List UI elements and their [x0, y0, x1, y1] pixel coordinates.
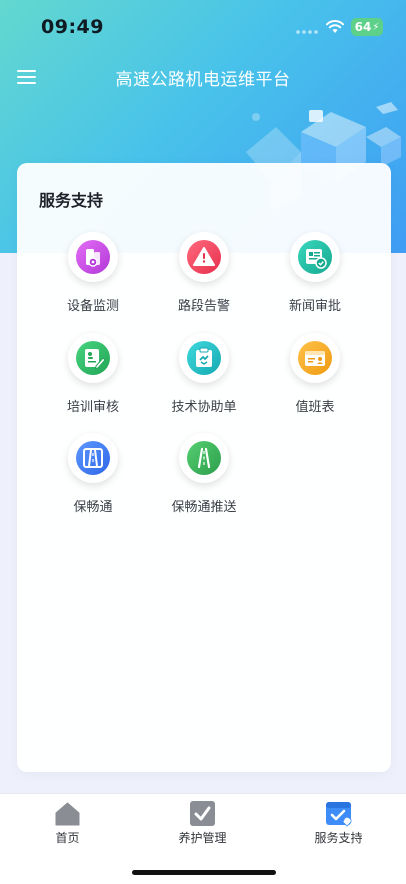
signal-icon	[296, 30, 318, 34]
service-item-road-alarm[interactable]: 路段告警	[149, 232, 259, 322]
service-item-news-approval[interactable]: 新闻审批	[260, 232, 370, 322]
home-indicator[interactable]	[132, 870, 276, 875]
home-icon	[55, 802, 80, 826]
service-item-training-review[interactable]: 培训审核	[38, 333, 148, 423]
device-monitor-icon	[76, 240, 110, 274]
service-icon-frame	[290, 232, 340, 282]
navigation-bar: 高速公路机电运维平台	[0, 55, 406, 99]
service-icon-frame	[179, 433, 229, 483]
service-item-keep-traffic[interactable]: 保畅通	[38, 433, 148, 523]
road-icon	[76, 441, 110, 475]
tab-label: 服务支持	[314, 831, 363, 845]
service-item-keep-traffic-push[interactable]: 保畅通推送	[149, 433, 259, 523]
service-label: 路段告警	[177, 299, 230, 314]
section-title: 服务支持	[39, 191, 104, 210]
service-icon-frame	[68, 333, 118, 383]
service-support-card: 服务支持 设备监测 路段告警 新闻审批 培训审核 技术协助单 值班表 保畅通 保…	[17, 163, 391, 772]
service-icon-frame	[179, 333, 229, 383]
service-icon-frame	[68, 232, 118, 282]
service-label: 培训审核	[66, 400, 119, 415]
battery-level: 64	[354, 20, 372, 34]
duty-roster-icon	[298, 341, 332, 375]
service-icon-frame	[290, 333, 340, 383]
service-icon-frame	[68, 433, 118, 483]
service-item-tech-assist[interactable]: 技术协助单	[149, 333, 259, 423]
wifi-icon	[326, 20, 344, 33]
service-label: 保畅通	[73, 500, 113, 515]
maintenance-icon	[190, 801, 215, 826]
news-approval-icon	[298, 240, 332, 274]
tab-maintenance[interactable]: 养护管理	[135, 794, 270, 854]
service-label: 设备监测	[66, 299, 119, 314]
page-title: 高速公路机电运维平台	[115, 70, 291, 90]
service-icon-frame	[179, 232, 229, 282]
service-label: 值班表	[295, 400, 335, 415]
tab-service-support[interactable]: 服务支持	[271, 794, 406, 854]
tab-home[interactable]: 首页	[0, 794, 135, 854]
battery-indicator: 64 ⚡	[351, 18, 383, 36]
road-push-icon	[187, 441, 221, 475]
service-label: 技术协助单	[171, 400, 237, 415]
status-time: 09:49	[41, 16, 104, 38]
charging-icon: ⚡	[372, 21, 380, 33]
status-bar: 09:49 64 ⚡	[0, 0, 406, 54]
service-label: 保畅通推送	[171, 500, 237, 515]
training-review-icon	[76, 341, 110, 375]
warning-icon	[187, 240, 221, 274]
service-item-device-monitor[interactable]: 设备监测	[38, 232, 148, 322]
service-label: 新闻审批	[288, 299, 341, 314]
service-support-icon	[326, 802, 352, 827]
tab-label: 养护管理	[178, 831, 227, 845]
tab-label: 首页	[55, 831, 80, 845]
tech-assist-icon	[187, 341, 221, 375]
service-item-duty-roster[interactable]: 值班表	[260, 333, 370, 423]
